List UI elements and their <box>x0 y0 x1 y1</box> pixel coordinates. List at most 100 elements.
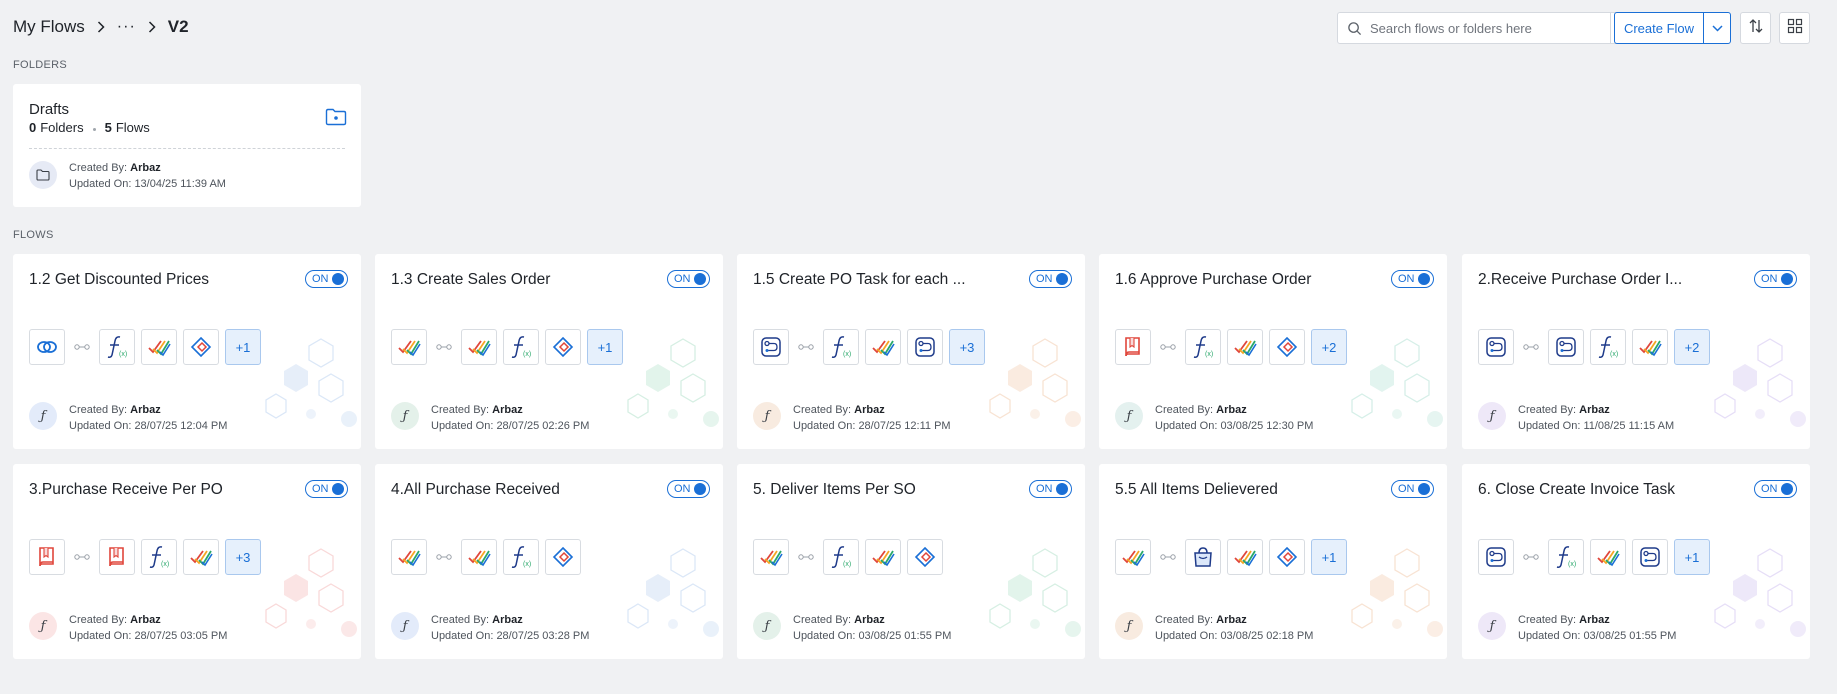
book-icon <box>1115 329 1151 365</box>
flow-card[interactable]: 1.5 Create PO Task for each ... ON (x) +3 ƒ C… <box>737 254 1085 449</box>
diamond-task-icon <box>545 329 581 365</box>
flow-function-icon: ƒ <box>391 402 419 430</box>
updated-on-value: 28/07/25 03:05 PM <box>134 630 228 642</box>
more-steps-badge[interactable]: +3 <box>225 539 261 575</box>
card-decoration <box>613 534 723 644</box>
flow-status-toggle[interactable]: ON <box>1754 270 1797 288</box>
function-icon: (x) <box>1185 329 1221 365</box>
sort-icon <box>1748 18 1764 39</box>
folders-count: 0 <box>29 120 37 135</box>
function-icon: (x) <box>823 329 859 365</box>
created-by-label: Created By: <box>69 162 128 174</box>
toggle-knob <box>332 273 344 285</box>
search-icon <box>1338 21 1370 36</box>
flow-card[interactable]: 5.5 All Items Delievered ON +1 ƒ Created By:… <box>1099 464 1447 659</box>
grid-view-icon <box>1787 18 1803 39</box>
flow-title: 4.All Purchase Received <box>391 481 560 498</box>
updated-on-value: 28/07/25 02:26 PM <box>496 420 590 432</box>
flow-status-toggle[interactable]: ON <box>1754 480 1797 498</box>
flow-card[interactable]: 2.Receive Purchase Order I... ON (x) +2 ƒ Cre… <box>1462 254 1810 449</box>
flow-card[interactable]: 1.6 Approve Purchase Order ON (x) +2 ƒ Create… <box>1099 254 1447 449</box>
toggle-label: ON <box>1036 483 1053 495</box>
toggle-label: ON <box>1398 483 1415 495</box>
flow-card[interactable]: 5. Deliver Items Per SO ON (x) ƒ Created By:… <box>737 464 1085 659</box>
flow-card[interactable]: 4.All Purchase Received ON (x) ƒ Created By:… <box>375 464 723 659</box>
flow-status-toggle[interactable]: ON <box>305 480 348 498</box>
flow-title: 1.6 Approve Purchase Order <box>1115 271 1312 288</box>
checklist-icon <box>391 329 427 365</box>
updated-on-label: Updated On: <box>69 420 132 432</box>
svg-text:(x): (x) <box>843 351 851 358</box>
card-decoration <box>1337 534 1447 644</box>
flow-card[interactable]: 3.Purchase Receive Per PO ON (x) +3 ƒ Created… <box>13 464 361 659</box>
connector-icon <box>795 343 817 351</box>
breadcrumb-current: V2 <box>167 17 189 36</box>
more-steps-badge[interactable]: +2 <box>1674 329 1710 365</box>
create-flow-button[interactable]: Create Flow <box>1615 13 1704 43</box>
flow-status-toggle[interactable]: ON <box>1391 270 1434 288</box>
more-steps-badge[interactable]: +3 <box>949 329 985 365</box>
flow-title: 3.Purchase Receive Per PO <box>29 481 223 498</box>
updated-on-label: Updated On: <box>793 420 856 432</box>
created-by-value: Arbaz <box>130 162 161 174</box>
flow-steps: +1 <box>1115 539 1347 575</box>
toggle-knob <box>1418 483 1430 495</box>
create-flow-button-group: Create Flow <box>1614 12 1731 44</box>
card-decoration <box>613 324 723 434</box>
more-steps-badge[interactable]: +1 <box>1674 539 1710 575</box>
flow-meta: Created By: Arbaz Updated On: 28/07/25 03… <box>69 612 227 644</box>
flow-status-toggle[interactable]: ON <box>1391 480 1434 498</box>
flow-status-toggle[interactable]: ON <box>1029 480 1072 498</box>
updated-on-value: 11/08/25 11:15 AM <box>1583 420 1675 432</box>
flow-meta: Created By: Arbaz Updated On: 03/08/25 01… <box>793 612 951 644</box>
folder-icon <box>29 161 57 189</box>
card-decoration <box>251 324 361 434</box>
flow-title: 6. Close Create Invoice Task <box>1478 481 1676 498</box>
search-input[interactable] <box>1370 13 1610 43</box>
flow-status-toggle[interactable]: ON <box>667 270 710 288</box>
flow-title: 5.5 All Items Delievered <box>1115 481 1278 498</box>
more-steps-badge[interactable]: +1 <box>1311 539 1347 575</box>
diamond-task-icon <box>183 329 219 365</box>
checklist-icon <box>1590 539 1626 575</box>
flow-card[interactable]: 6. Close Create Invoice Task ON (x) +1 ƒ Crea… <box>1462 464 1810 659</box>
folder-divider <box>29 148 345 149</box>
more-steps-badge[interactable]: +1 <box>225 329 261 365</box>
created-by-value: Arbaz <box>1579 614 1610 626</box>
flow-card[interactable]: 1.2 Get Discounted Prices ON (x) +1 ƒ Created… <box>13 254 361 449</box>
connector-icon <box>71 553 93 561</box>
checklist-icon <box>1632 329 1668 365</box>
flow-steps: (x) +2 <box>1478 329 1710 365</box>
flow-meta: Created By: Arbaz Updated On: 28/07/25 12… <box>793 402 951 434</box>
flow-function-icon: ƒ <box>1115 402 1143 430</box>
flow-status-toggle[interactable]: ON <box>1029 270 1072 288</box>
folder-card-drafts[interactable]: Drafts 0 Folders 5 Flows Created By: Arb… <box>13 84 361 207</box>
flow-status-toggle[interactable]: ON <box>667 480 710 498</box>
flow-meta: Created By: Arbaz Updated On: 03/08/25 12… <box>1155 402 1313 434</box>
breadcrumb-root[interactable]: My Flows <box>13 17 85 37</box>
grid-view-button[interactable] <box>1779 12 1810 44</box>
more-steps-badge[interactable]: +1 <box>587 329 623 365</box>
flow-status-toggle[interactable]: ON <box>305 270 348 288</box>
folder-counts: 0 Folders 5 Flows <box>29 120 150 135</box>
flow-meta: Created By: Arbaz Updated On: 28/07/25 02… <box>431 402 589 434</box>
open-folder-icon[interactable] <box>325 108 347 131</box>
flow-meta: Created By: Arbaz Updated On: 03/08/25 01… <box>1518 612 1676 644</box>
toggle-knob <box>694 273 706 285</box>
top-bar: My Flows ··· V2 Create Flow <box>0 0 1837 56</box>
chevron-right-icon <box>97 21 105 33</box>
route-icon <box>907 329 943 365</box>
sort-button[interactable] <box>1740 12 1771 44</box>
checklist-icon <box>753 539 789 575</box>
chevron-down-icon[interactable] <box>1704 13 1730 43</box>
toggle-knob <box>1418 273 1430 285</box>
updated-on-label: Updated On: <box>69 630 132 642</box>
flow-steps: (x) +2 <box>1115 329 1347 365</box>
flow-card[interactable]: 1.3 Create Sales Order ON (x) +1 ƒ Created By… <box>375 254 723 449</box>
toggle-label: ON <box>1761 273 1778 285</box>
checklist-icon <box>1227 329 1263 365</box>
more-steps-badge[interactable]: +2 <box>1311 329 1347 365</box>
breadcrumb-ellipsis[interactable]: ··· <box>117 18 136 36</box>
checklist-icon <box>1227 539 1263 575</box>
toggle-label: ON <box>1398 273 1415 285</box>
